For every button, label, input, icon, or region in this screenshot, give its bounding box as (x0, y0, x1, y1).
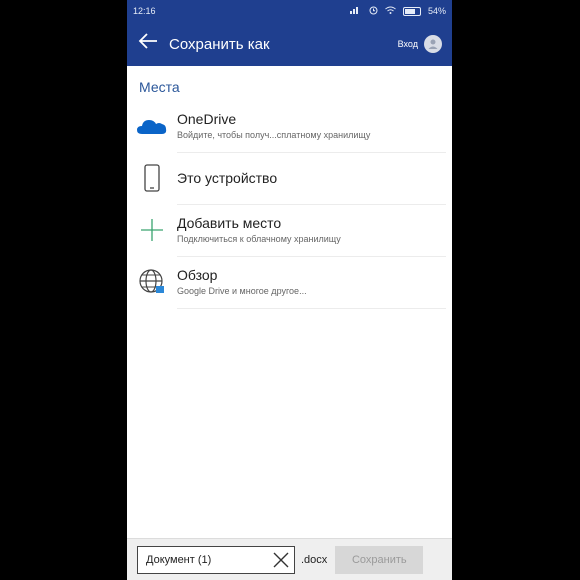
signal-icon (349, 6, 362, 16)
places-list: OneDrive Войдите, чтобы получ...сплатном… (127, 100, 452, 309)
save-bar: .docx Сохранить (127, 538, 452, 580)
wifi-icon (385, 6, 396, 16)
filename-input[interactable] (144, 552, 268, 567)
place-subtitle: Подключиться к облачному хранилищу (177, 234, 341, 244)
file-extension: .docx (301, 553, 328, 566)
signin-button[interactable]: Вход (398, 35, 442, 53)
place-subtitle: Войдите, чтобы получ...сплатному хранили… (177, 130, 371, 140)
alarm-icon (369, 6, 378, 17)
filename-field[interactable] (137, 545, 295, 574)
user-icon (424, 35, 442, 53)
battery-icon (402, 6, 421, 16)
place-title: OneDrive (177, 111, 237, 127)
phone-screen: 12:16 54% Сохранить как Вход Места OneDr… (127, 0, 452, 580)
place-browse[interactable]: Обзор Google Drive и многое другое... (127, 256, 452, 309)
status-bar: 12:16 54% (127, 0, 452, 22)
place-title: Обзор (177, 267, 218, 283)
battery-level: 54% (427, 6, 446, 16)
plus-icon (127, 217, 177, 243)
status-icons: 54% (349, 6, 446, 17)
place-subtitle: Google Drive и многое другое... (177, 286, 307, 296)
place-this-device[interactable]: Это устройство (127, 152, 452, 205)
places-heading: Места (139, 79, 180, 95)
phone-icon (127, 164, 177, 192)
page-title: Сохранить как (169, 35, 270, 53)
signin-label: Вход (397, 39, 418, 49)
globe-icon (127, 268, 177, 296)
place-title: Это устройство (177, 169, 278, 186)
close-icon[interactable] (270, 549, 292, 571)
save-button[interactable]: Сохранить (335, 545, 424, 574)
place-onedrive[interactable]: OneDrive Войдите, чтобы получ...сплатном… (127, 100, 452, 153)
place-title: Добавить место (177, 215, 282, 231)
arrow-left-icon[interactable] (137, 32, 165, 54)
place-add[interactable]: Добавить место Подключиться к облачному … (127, 204, 452, 257)
status-time: 12:16 (133, 6, 156, 16)
cloud-icon (127, 116, 177, 136)
app-bar: Сохранить как Вход (127, 22, 452, 66)
